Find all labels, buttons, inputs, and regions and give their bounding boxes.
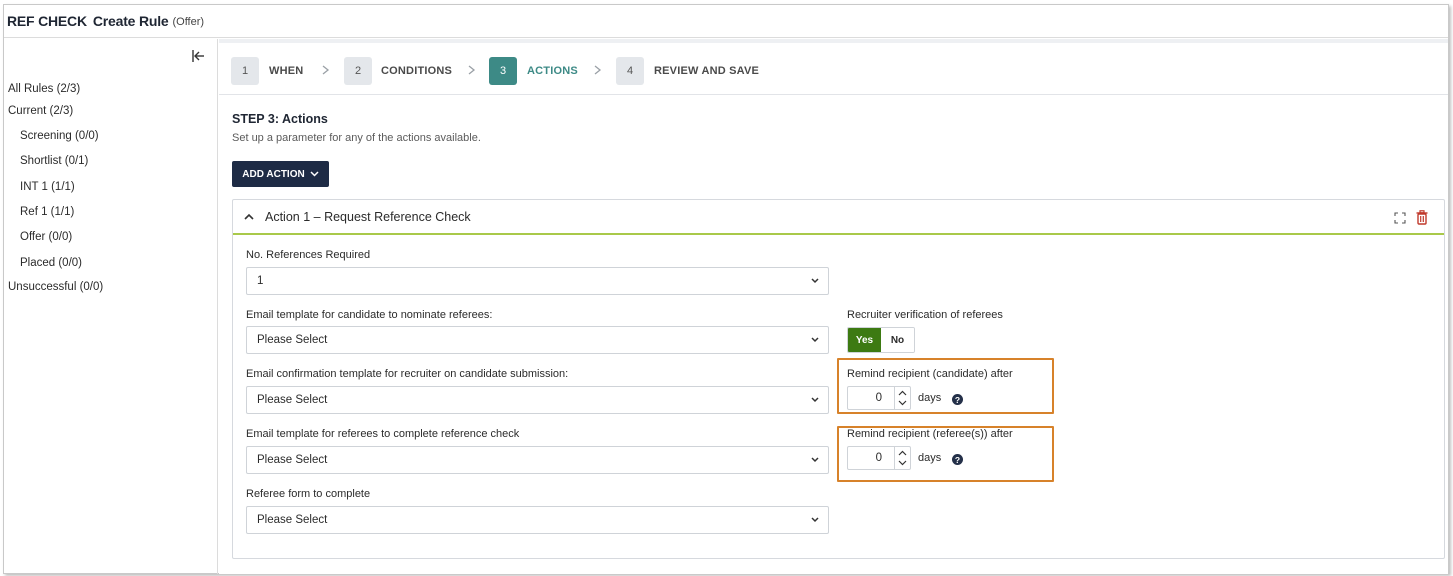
- chevron-down-icon: [811, 457, 819, 463]
- chevron-right-icon: [322, 65, 330, 75]
- collapse-left-icon[interactable]: [189, 47, 207, 65]
- remind-referee-unit: days: [918, 452, 942, 464]
- chevron-down-icon: [811, 278, 819, 284]
- step-2-number[interactable]: 2: [344, 57, 372, 85]
- help-icon[interactable]: ?: [952, 394, 963, 405]
- step-title: STEP 3: Actions: [232, 112, 328, 126]
- verification-label: Recruiter verification of referees: [847, 309, 1003, 321]
- step-4-number[interactable]: 4: [616, 57, 644, 85]
- sidebar-item-placed[interactable]: Placed (0/0): [20, 257, 82, 269]
- action-card: Action 1 – Request Reference Check No. R…: [232, 199, 1445, 559]
- chevron-up-icon[interactable]: [243, 211, 255, 223]
- confirmation-template-value: Please Select: [257, 394, 328, 406]
- nominate-template-value: Please Select: [257, 334, 328, 346]
- num-refs-select[interactable]: 1: [246, 267, 829, 295]
- verification-no-option[interactable]: No: [881, 328, 914, 352]
- chevron-right-icon: [594, 65, 602, 75]
- nominate-template-label: Email template for candidate to nominate…: [246, 309, 493, 321]
- chevron-down-icon: [310, 171, 319, 177]
- referee-form-value: Please Select: [257, 514, 328, 526]
- page-context: (Offer): [172, 16, 205, 28]
- app-window: REF CHECK Create Rule (Offer) All Rules …: [3, 4, 1449, 574]
- sidebar-item-int1[interactable]: INT 1 (1/1): [20, 181, 75, 193]
- chevron-down-icon: [811, 397, 819, 403]
- verification-toggle[interactable]: Yes No: [847, 327, 915, 353]
- app-name: REF CHECK: [7, 13, 87, 29]
- chevron-down-icon: [811, 517, 819, 523]
- remind-referee-label: Remind recipient (referee(s)) after: [847, 428, 1013, 440]
- num-refs-label: No. References Required: [246, 249, 371, 261]
- step-wizard: 1 WHEN 2 CONDITIONS 3 ACTIONS 4 REVIEW A…: [219, 43, 1448, 95]
- step-2-label[interactable]: CONDITIONS: [381, 65, 452, 77]
- title-bar: REF CHECK Create Rule (Offer): [4, 5, 1448, 38]
- stepper-down-icon[interactable]: [898, 460, 907, 466]
- stepper-up-icon[interactable]: [898, 450, 907, 456]
- chevron-right-icon: [468, 65, 476, 75]
- help-icon[interactable]: ?: [952, 454, 963, 465]
- step-3-number[interactable]: 3: [489, 57, 517, 85]
- sidebar-item-current[interactable]: Current (2/3): [8, 105, 73, 117]
- sidebar-item-unsuccessful[interactable]: Unsuccessful (0/0): [8, 281, 103, 293]
- remind-candidate-input[interactable]: 0: [847, 386, 911, 410]
- expand-icon[interactable]: [1393, 211, 1407, 225]
- chevron-down-icon: [811, 337, 819, 343]
- action-card-header[interactable]: Action 1 – Request Reference Check: [233, 200, 1444, 235]
- main-panel: 1 WHEN 2 CONDITIONS 3 ACTIONS 4 REVIEW A…: [219, 39, 1448, 574]
- nominate-template-select[interactable]: Please Select: [246, 326, 829, 354]
- stepper-up-icon[interactable]: [898, 390, 907, 396]
- remind-referee-stepper[interactable]: [894, 447, 910, 469]
- referee-template-value: Please Select: [257, 454, 328, 466]
- remind-candidate-unit: days: [918, 392, 942, 404]
- remind-candidate-stepper[interactable]: [894, 387, 910, 409]
- sidebar-item-ref1[interactable]: Ref 1 (1/1): [20, 206, 74, 218]
- stepper-down-icon[interactable]: [898, 400, 907, 406]
- sidebar-item-shortlist[interactable]: Shortlist (0/1): [20, 155, 88, 167]
- referee-template-label: Email template for referees to complete …: [246, 428, 520, 440]
- sidebar-item-screening[interactable]: Screening (0/0): [20, 130, 99, 142]
- remind-candidate-label: Remind recipient (candidate) after: [847, 368, 1013, 380]
- confirmation-template-label: Email confirmation template for recruite…: [246, 368, 569, 380]
- num-refs-value: 1: [257, 275, 264, 287]
- referee-template-select[interactable]: Please Select: [246, 446, 829, 474]
- verification-yes-option[interactable]: Yes: [848, 328, 881, 352]
- sidebar-item-offer[interactable]: Offer (0/0): [20, 231, 72, 243]
- add-action-button[interactable]: ADD ACTION: [232, 161, 329, 187]
- referee-form-label: Referee form to complete: [246, 488, 371, 500]
- sidebar-item-all-rules[interactable]: All Rules (2/3): [8, 83, 80, 95]
- action-card-title: Action 1 – Request Reference Check: [265, 210, 471, 224]
- remind-referee-value: 0: [875, 452, 882, 464]
- sidebar: All Rules (2/3) Current (2/3) Screening …: [4, 39, 218, 574]
- page-title: Create Rule: [92, 13, 169, 29]
- step-4-label[interactable]: REVIEW AND SAVE: [654, 65, 759, 77]
- add-action-label: ADD ACTION: [242, 168, 305, 180]
- confirmation-template-select[interactable]: Please Select: [246, 386, 829, 414]
- step-subtitle: Set up a parameter for any of the action…: [232, 132, 481, 144]
- step-1-label[interactable]: WHEN: [269, 65, 303, 77]
- step-1-number[interactable]: 1: [231, 57, 259, 85]
- remind-referee-input[interactable]: 0: [847, 446, 911, 470]
- trash-icon[interactable]: [1415, 210, 1429, 225]
- referee-form-select[interactable]: Please Select: [246, 506, 829, 534]
- step-3-label[interactable]: ACTIONS: [527, 65, 578, 77]
- remind-candidate-value: 0: [875, 392, 882, 404]
